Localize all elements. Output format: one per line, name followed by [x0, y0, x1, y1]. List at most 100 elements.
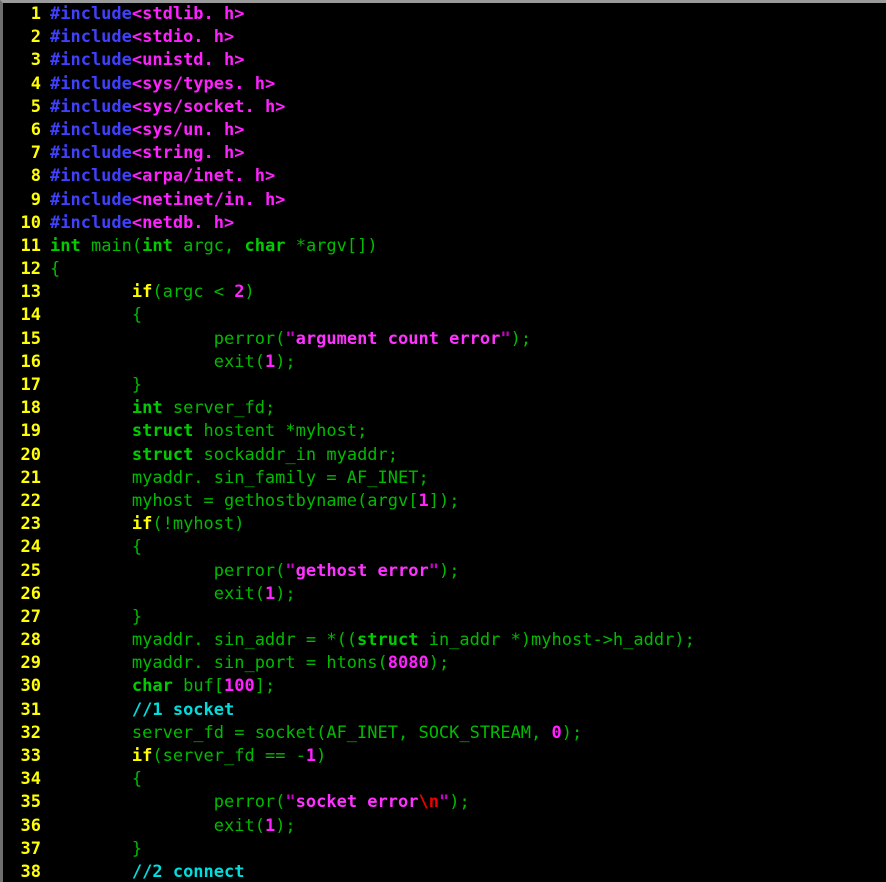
code-line-text[interactable]: #include<string. h>	[41, 142, 886, 165]
token-id: );	[510, 328, 532, 349]
code-line[interactable]: 37 }	[3, 838, 886, 861]
code-line[interactable]: 4 #include<sys/types. h>	[3, 73, 886, 96]
token-quo: "	[285, 328, 296, 349]
token-num: 1	[264, 583, 276, 604]
code-line[interactable]: 5 #include<sys/socket. h>	[3, 96, 886, 119]
code-line-text[interactable]: {	[41, 304, 886, 327]
code-line[interactable]: 8 #include<arpa/inet. h>	[3, 165, 886, 188]
code-line-text[interactable]: {	[41, 258, 886, 281]
code-line-text[interactable]: //1 socket	[41, 699, 886, 722]
code-line[interactable]: 30 char buf[100];	[3, 675, 886, 698]
code-line-text[interactable]: exit(1);	[41, 351, 886, 374]
code-line-text[interactable]: {	[41, 768, 886, 791]
token-id: hostent *myhost;	[193, 421, 368, 442]
code-line-text[interactable]: myhost = gethostbyname(argv[1]);	[41, 490, 886, 513]
code-line-text[interactable]: int server_fd;	[41, 397, 886, 420]
code-line[interactable]: 24 {	[3, 536, 886, 559]
code-line[interactable]: 12 {	[3, 258, 886, 281]
token-id: server_fd;	[162, 398, 276, 419]
code-line[interactable]: 32 server_fd = socket(AF_INET, SOCK_STRE…	[3, 722, 886, 745]
code-line-text[interactable]: myaddr. sin_port = htons(8080);	[41, 652, 886, 675]
token-id: myaddr. sin_family = AF_INET;	[50, 467, 429, 488]
code-line[interactable]: 34 {	[3, 768, 886, 791]
code-line[interactable]: 18 int server_fd;	[3, 397, 886, 420]
code-line-text[interactable]: //2 connect	[41, 861, 886, 882]
code-line[interactable]: 38 //2 connect	[3, 861, 886, 882]
code-line-text[interactable]: #include<stdlib. h>	[41, 3, 886, 26]
line-number: 8	[30, 166, 41, 187]
code-line-text[interactable]: if(!myhost)	[41, 513, 886, 536]
code-line-text[interactable]: struct hostent *myhost;	[41, 420, 886, 443]
code-line-text[interactable]: perror("argument count error");	[41, 328, 886, 351]
code-line[interactable]: 21 myaddr. sin_family = AF_INET;	[3, 467, 886, 490]
line-number: 23	[20, 514, 41, 535]
code-line-text[interactable]: }	[41, 838, 886, 861]
token-kw: struct	[357, 630, 419, 651]
code-line[interactable]: 1 #include<stdlib. h>	[3, 3, 886, 26]
code-line[interactable]: 10 #include<netdb. h>	[3, 212, 886, 235]
code-line[interactable]: 36 exit(1);	[3, 815, 886, 838]
code-line[interactable]: 16 exit(1);	[3, 351, 886, 374]
code-line[interactable]: 6 #include<sys/un. h>	[3, 119, 886, 142]
code-line[interactable]: 2 #include<stdio. h>	[3, 26, 886, 49]
code-line-text[interactable]: #include<netdb. h>	[41, 212, 886, 235]
code-line[interactable]: 27 }	[3, 606, 886, 629]
code-line[interactable]: 28 myaddr. sin_addr = *((struct in_addr …	[3, 629, 886, 652]
code-line[interactable]: 20 struct sockaddr_in myaddr;	[3, 444, 886, 467]
token-id: );	[275, 583, 296, 604]
token-esc: \n	[418, 792, 439, 813]
code-line-text[interactable]: struct sockaddr_in myaddr;	[41, 444, 886, 467]
token-str: argument count error	[295, 328, 501, 349]
token-pp: #include	[50, 212, 132, 233]
code-line[interactable]: 33 if(server_fd == -1)	[3, 745, 886, 768]
code-line-text[interactable]: #include<arpa/inet. h>	[41, 165, 886, 188]
code-line-text[interactable]: exit(1);	[41, 583, 886, 606]
code-line-text[interactable]: #include<sys/types. h>	[41, 73, 886, 96]
code-line-text[interactable]: exit(1);	[41, 815, 886, 838]
code-line[interactable]: 13 if(argc < 2)	[3, 281, 886, 304]
code-line-text[interactable]: server_fd = socket(AF_INET, SOCK_STREAM,…	[41, 722, 886, 745]
code-line-text[interactable]: int main(int argc, char *argv[])	[41, 235, 886, 258]
code-line-text[interactable]: #include<sys/un. h>	[41, 119, 886, 142]
token-id: }	[50, 838, 143, 859]
code-line[interactable]: 15 perror("argument count error");	[3, 328, 886, 351]
line-number: 21	[20, 467, 41, 488]
token-kw: int	[142, 235, 173, 256]
token-id: buf[	[172, 676, 225, 697]
code-line-text[interactable]: #include<sys/socket. h>	[41, 96, 886, 119]
code-line[interactable]: 22 myhost = gethostbyname(argv[1]);	[3, 490, 886, 513]
token-num: 0	[551, 722, 562, 743]
code-line-text[interactable]: myaddr. sin_family = AF_INET;	[41, 467, 886, 490]
code-line-text[interactable]: #include<unistd. h>	[41, 49, 886, 72]
code-line-text[interactable]: if(argc < 2)	[41, 281, 886, 304]
token-num: 1	[264, 351, 276, 372]
code-line-text[interactable]: char buf[100];	[41, 675, 886, 698]
token-id: }	[50, 606, 143, 627]
code-line[interactable]: 14 {	[3, 304, 886, 327]
code-line-text[interactable]: #include<netinet/in. h>	[41, 189, 886, 212]
code-line[interactable]: 7 #include<string. h>	[3, 142, 886, 165]
code-line-text[interactable]: if(server_fd == -1)	[41, 745, 886, 768]
code-line[interactable]: 29 myaddr. sin_port = htons(8080);	[3, 652, 886, 675]
code-line[interactable]: 11 int main(int argc, char *argv[])	[3, 235, 886, 258]
code-line[interactable]: 3 #include<unistd. h>	[3, 49, 886, 72]
code-line[interactable]: 17 }	[3, 374, 886, 397]
token-kw: int	[50, 235, 81, 256]
code-line-text[interactable]: perror("socket error\n");	[41, 791, 886, 814]
token-num: 8080	[387, 653, 429, 674]
code-line-text[interactable]: {	[41, 536, 886, 559]
code-line-text[interactable]: }	[41, 374, 886, 397]
code-line[interactable]: 19 struct hostent *myhost;	[3, 420, 886, 443]
code-line[interactable]: 23 if(!myhost)	[3, 513, 886, 536]
code-line-text[interactable]: }	[41, 606, 886, 629]
code-line-text[interactable]: perror("gethost error");	[41, 560, 886, 583]
code-line-text[interactable]: myaddr. sin_addr = *((struct in_addr *)m…	[41, 629, 886, 652]
code-line[interactable]: 26 exit(1);	[3, 583, 886, 606]
code-line[interactable]: 31 //1 socket	[3, 699, 886, 722]
code-line[interactable]: 25 perror("gethost error");	[3, 560, 886, 583]
code-line-text[interactable]: #include<stdio. h>	[41, 26, 886, 49]
code-editor-pane[interactable]: 1 #include<stdlib. h> 2 #include<stdio. h> 3…	[3, 3, 886, 882]
code-line[interactable]: 35 perror("socket error\n");	[3, 791, 886, 814]
token-quo: "	[285, 792, 296, 813]
code-line[interactable]: 9 #include<netinet/in. h>	[3, 189, 886, 212]
